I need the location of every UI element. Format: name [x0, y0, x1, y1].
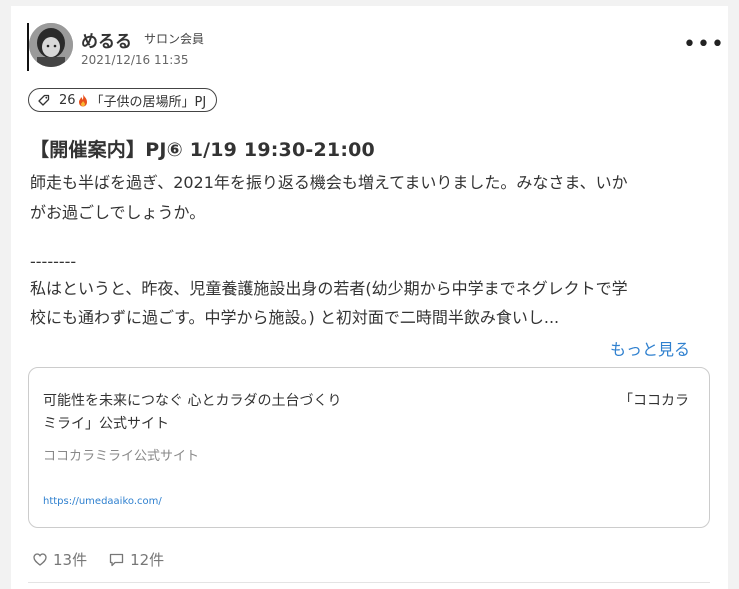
link-title-continued: 「ココカラ [619, 393, 689, 409]
link-title: 可能性を未来につなぐ 心とカラダの土台づくり [43, 393, 342, 409]
divider [28, 582, 710, 583]
avatar[interactable] [29, 23, 73, 67]
comment-button[interactable]: 12件 [109, 549, 164, 570]
comment-icon [109, 553, 124, 566]
body-line: 私はというと、昨夜、児童養護施設出身の若者(幼少期から中学までネグレクトで学 [30, 279, 628, 298]
flame-icon [77, 93, 89, 107]
like-button[interactable]: 13件 [33, 549, 87, 570]
body-line: がお過ごしでしょうか。 [30, 203, 206, 222]
tag-count: 26 [59, 92, 76, 108]
body-separator: -------- [30, 252, 77, 271]
post-date: 2021/12/16 11:35 [81, 53, 189, 67]
author-role: サロン会員 [144, 32, 205, 46]
more-icon[interactable]: ••• [683, 34, 725, 56]
link-url[interactable]: https://umedaaiko.com/ [43, 496, 162, 507]
heart-icon [33, 553, 47, 566]
post-actions: 13件 12件 [33, 549, 186, 570]
link-site-name: ココカラミライ公式サイト [43, 449, 200, 464]
post-title: 【開催案内】PJ⑥ 1/19 19:30-21:00 [30, 139, 375, 161]
tag-icon [37, 93, 51, 107]
read-more-link[interactable]: もっと見る [610, 336, 690, 360]
body-line: 師走も半ばを過ぎ、2021年を振り返る機会も増えてまいりました。みなさま、いか [30, 173, 628, 192]
link-title-line2: ミライ」公式サイト [43, 416, 169, 432]
link-preview-card[interactable]: 可能性を未来につなぐ 心とカラダの土台づくり 「ココカラ ミライ」公式サイト コ… [28, 367, 710, 528]
comment-count: 12件 [130, 551, 165, 569]
like-count: 13件 [53, 551, 88, 569]
post-card: めるる サロン会員 2021/12/16 11:35 ••• 26 「子供の居場… [11, 6, 728, 589]
project-tag[interactable]: 26 「子供の居場所」PJ [28, 88, 218, 112]
body-line: 校にも通わずに過ごす。中学から施設。) と初対面で二時間半飲み食いし... [30, 308, 560, 327]
author-name[interactable]: めるる [81, 27, 132, 52]
tag-name: 「子供の居場所」PJ [90, 94, 207, 110]
